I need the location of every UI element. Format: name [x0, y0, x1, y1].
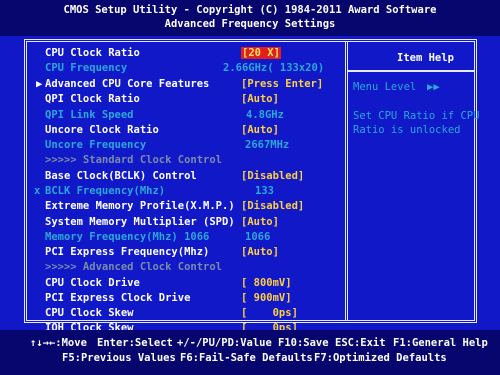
setting-label: Base Clock(BCLK) Control — [45, 170, 197, 182]
setting-cpu-clock-skew[interactable]: CPU Clock Skew [ 0ps] — [27, 307, 343, 321]
setting-qpi-clock-ratio[interactable]: QPI Clock Ratio [Auto] — [27, 93, 343, 107]
section-standard-clock-control: >>>>> Standard Clock Control — [27, 154, 343, 168]
setting-label: CPU Clock Ratio — [45, 47, 140, 59]
key-move: ↑↓→←:Move — [30, 337, 87, 349]
setting-label: PCI Express Clock Drive — [45, 292, 191, 304]
setting-label: Uncore Frequency — [45, 139, 147, 151]
setting-label: QPI Clock Ratio — [45, 93, 140, 105]
setting-cpu-frequency: CPU Frequency 2.66GHz( 133x20) — [27, 62, 343, 76]
setting-label: Uncore Clock Ratio — [45, 124, 159, 136]
setting-pci-express-frequency[interactable]: PCI Express Frequency(Mhz) [Auto] — [27, 246, 343, 260]
setting-label: Memory Frequency(Mhz) 1066 — [45, 231, 210, 243]
setting-uncore-clock-ratio[interactable]: Uncore Clock Ratio [Auto] — [27, 124, 343, 138]
menu-level-label: Menu Level — [353, 81, 417, 93]
setting-value[interactable]: [Auto] — [241, 216, 279, 228]
setting-label: CPU Frequency — [45, 62, 128, 74]
setting-value-selected[interactable]: [20 X] — [241, 47, 281, 59]
setting-pci-express-clock-drive[interactable]: PCI Express Clock Drive [ 900mV] — [27, 292, 343, 306]
key-legend: ↑↓→←:Move Enter:Select +/-/PU/PD:Value F… — [0, 330, 500, 375]
settings-frame: CPU Clock Ratio [20 X] CPU Frequency 2.6… — [24, 39, 480, 334]
setting-base-clock-control[interactable]: Base Clock(BCLK) Control [Disabled] — [27, 170, 343, 184]
section-heading: >>>>> Standard Clock Control — [45, 154, 223, 166]
setting-value[interactable]: [Press Enter] — [241, 78, 323, 90]
setting-label: QPI Link Speed — [45, 109, 134, 121]
help-title-separator — [348, 70, 474, 72]
setting-label: CPU Clock Drive — [45, 277, 140, 289]
submenu-arrow-icon: ▶ — [36, 78, 43, 90]
setting-value[interactable]: [Auto] — [241, 124, 279, 136]
key-exit: ESC:Exit — [335, 337, 386, 349]
setting-value: 133 — [255, 185, 274, 197]
bios-header: CMOS Setup Utility - Copyright (C) 1984-… — [0, 0, 500, 36]
setting-label: BCLK Frequency(Mhz) — [45, 185, 166, 197]
disabled-marker: x — [34, 185, 41, 197]
section-advanced-clock-control: >>>>> Advanced Clock Control — [27, 261, 343, 275]
setting-uncore-frequency: Uncore Frequency 2667MHz — [27, 139, 343, 153]
panel-divider — [345, 42, 348, 320]
key-optimized-defaults: F7:Optimized Defaults — [314, 352, 447, 364]
bios-screen: CMOS Setup Utility - Copyright (C) 1984-… — [0, 0, 500, 375]
setting-value: 4.8GHz — [246, 109, 284, 121]
help-text-line1: Set CPU Ratio if CPU — [353, 110, 480, 122]
setting-memory-frequency: Memory Frequency(Mhz) 1066 1066 — [27, 231, 343, 245]
setting-xmp[interactable]: Extreme Memory Profile(X.M.P.) [Disabled… — [27, 200, 343, 214]
setting-value[interactable]: [ 0ps] — [241, 307, 298, 319]
setting-value[interactable]: [Disabled] — [241, 200, 304, 212]
setting-cpu-clock-ratio[interactable]: CPU Clock Ratio [20 X] — [27, 47, 343, 61]
setting-label: PCI Express Frequency(Mhz) — [45, 246, 210, 258]
setting-label: Extreme Memory Profile(X.M.P.) — [45, 200, 235, 212]
key-previous-values: F5:Previous Values — [62, 352, 176, 364]
setting-label: CPU Clock Skew — [45, 307, 134, 319]
help-title: Item Help — [397, 52, 454, 64]
help-text-line2: Ratio is unlocked — [353, 124, 461, 136]
setting-value[interactable]: [Auto] — [241, 93, 279, 105]
setting-value[interactable]: [ 800mV] — [241, 277, 292, 289]
setting-label: Advanced CPU Core Features — [45, 78, 210, 90]
copyright-title: CMOS Setup Utility - Copyright (C) 1984-… — [63, 4, 437, 16]
key-general-help: F1:General Help — [393, 337, 488, 349]
key-failsafe-defaults: F6:Fail-Safe Defaults — [180, 352, 313, 364]
setting-memory-multiplier[interactable]: System Memory Multiplier (SPD) [Auto] — [27, 216, 343, 230]
key-value: +/-/PU/PD:Value — [177, 337, 272, 349]
setting-value[interactable]: [ 900mV] — [241, 292, 292, 304]
setting-cpu-clock-drive[interactable]: CPU Clock Drive [ 800mV] — [27, 277, 343, 291]
setting-bclk-frequency: x BCLK Frequency(Mhz) 133 — [27, 185, 343, 199]
setting-advanced-cpu-core-features[interactable]: ▶ Advanced CPU Core Features [Press Ente… — [27, 78, 343, 92]
menu-level-arrows-icon: ▶▶ — [427, 81, 440, 93]
section-heading: >>>>> Advanced Clock Control — [45, 261, 223, 273]
setting-value[interactable]: [Auto] — [241, 246, 279, 258]
setting-qpi-link-speed: QPI Link Speed 4.8GHz — [27, 109, 343, 123]
setting-value: 1066 — [245, 231, 271, 243]
page-title: Advanced Frequency Settings — [164, 18, 336, 30]
setting-value: 2667MHz — [245, 139, 290, 151]
key-select: Enter:Select — [97, 337, 173, 349]
setting-value[interactable]: [Disabled] — [241, 170, 304, 182]
key-save: F10:Save — [278, 337, 329, 349]
setting-label: System Memory Multiplier (SPD) — [45, 216, 235, 228]
setting-value: 2.66GHz( 133x20) — [223, 62, 325, 74]
